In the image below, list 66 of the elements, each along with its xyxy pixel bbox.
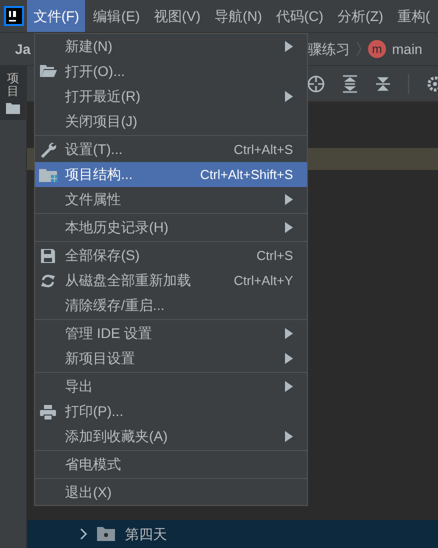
tree-row[interactable]: 第四天 bbox=[27, 520, 438, 548]
menu-item[interactable]: 导出 bbox=[35, 374, 307, 399]
menu-item[interactable]: 退出(X) bbox=[35, 480, 307, 505]
menu-item-label: 文件属性 bbox=[65, 190, 121, 209]
menu-item[interactable]: 项目结构... Ctrl+Alt+Shift+S bbox=[35, 162, 307, 187]
shortcut-label: Ctrl+S bbox=[256, 246, 293, 265]
menu-item[interactable]: 打印(P)... bbox=[35, 399, 307, 424]
settings-icon[interactable] bbox=[426, 74, 438, 92]
menu-item-label: 新项目设置 bbox=[65, 349, 135, 368]
branch-name[interactable]: main bbox=[392, 38, 422, 60]
menu-item-label: 从磁盘全部重新加载 bbox=[65, 271, 191, 290]
menu-item-label: 管理 IDE 设置 bbox=[65, 324, 152, 343]
menu-item[interactable]: 打开最近(R) bbox=[35, 84, 307, 109]
menu-item-label: 添加到收藏夹(A) bbox=[65, 427, 168, 446]
menu-item-label: 项目结构... bbox=[65, 165, 133, 184]
menu-item[interactable]: 新项目设置 bbox=[35, 346, 307, 371]
menu-item[interactable]: 全部保存(S) Ctrl+S bbox=[35, 243, 307, 268]
menu-item-label: 打开(O)... bbox=[65, 62, 125, 81]
chevron-right-icon bbox=[356, 41, 362, 57]
menu-item-label: 全部保存(S) bbox=[65, 246, 140, 265]
menu-bar-item[interactable]: 重构( bbox=[391, 0, 436, 32]
menu-bar-item[interactable]: 文件(F) bbox=[27, 0, 86, 32]
collapse-all-icon[interactable] bbox=[375, 74, 391, 92]
crosshair-icon[interactable] bbox=[307, 74, 325, 92]
menu-item[interactable]: 管理 IDE 设置 bbox=[35, 321, 307, 346]
printer-icon bbox=[39, 402, 58, 420]
menu-item-label: 新建(N) bbox=[65, 37, 112, 56]
wrench-icon bbox=[39, 140, 58, 158]
menu-item-label: 清除缓存/重启... bbox=[65, 296, 165, 315]
module-badge: m bbox=[368, 40, 386, 58]
menu-bar-item[interactable]: 视图(V) bbox=[148, 0, 207, 32]
menu-item[interactable]: 本地历史记录(H) bbox=[35, 215, 307, 240]
folder-icon bbox=[97, 527, 115, 541]
menu-item[interactable]: 从磁盘全部重新加载 Ctrl+Alt+Y bbox=[35, 268, 307, 293]
menu-item-label: 打开最近(R) bbox=[65, 87, 140, 106]
folder-icon bbox=[6, 102, 20, 114]
menu-item-label: 关闭项目(J) bbox=[65, 112, 138, 131]
shortcut-label: Ctrl+Alt+S bbox=[234, 140, 293, 159]
project-tool-tab[interactable]: 项目 bbox=[0, 66, 26, 120]
menu-item-label: 导出 bbox=[65, 377, 93, 396]
menu-item-label: 本地历史记录(H) bbox=[65, 218, 168, 237]
menu-item[interactable]: 添加到收藏夹(A) bbox=[35, 424, 307, 449]
menu-bar-item[interactable]: 分析(Z) bbox=[331, 0, 390, 32]
tab-label: 项目 bbox=[7, 72, 19, 98]
chevron-right-icon[interactable] bbox=[80, 528, 87, 540]
expand-all-icon[interactable] bbox=[342, 74, 358, 92]
shortcut-label: Ctrl+Alt+Y bbox=[234, 272, 293, 290]
menu-item-label: 退出(X) bbox=[65, 483, 112, 502]
menu-item-label: 打印(P)... bbox=[65, 402, 124, 421]
menu-item[interactable]: 文件属性 bbox=[35, 187, 307, 212]
project-name[interactable]: Ja bbox=[15, 38, 31, 60]
menu-item[interactable]: 新建(N) bbox=[35, 34, 307, 59]
menu-item-label: 设置(T)... bbox=[65, 140, 123, 159]
menu-bar-item[interactable]: 代码(C) bbox=[270, 0, 330, 32]
menu-bar-item[interactable]: 导航(N) bbox=[208, 0, 268, 32]
menu-item[interactable]: 省电模式 bbox=[35, 452, 307, 477]
menu-item[interactable]: 设置(T)... Ctrl+Alt+S bbox=[35, 137, 307, 162]
app-logo-icon bbox=[4, 6, 24, 26]
menu-item-label: 省电模式 bbox=[65, 455, 121, 474]
shortcut-label: Ctrl+Alt+Shift+S bbox=[200, 166, 293, 184]
menu-bar-item[interactable]: 编辑(E) bbox=[87, 0, 146, 32]
tree-label: 第四天 bbox=[125, 524, 167, 544]
breadcrumb-item[interactable]: 骤练习 bbox=[308, 38, 350, 60]
menu-item[interactable]: 清除缓存/重启... bbox=[35, 293, 307, 318]
menu-item[interactable]: 关闭项目(J) bbox=[35, 109, 307, 134]
menu-item[interactable]: 打开(O)... bbox=[35, 59, 307, 84]
